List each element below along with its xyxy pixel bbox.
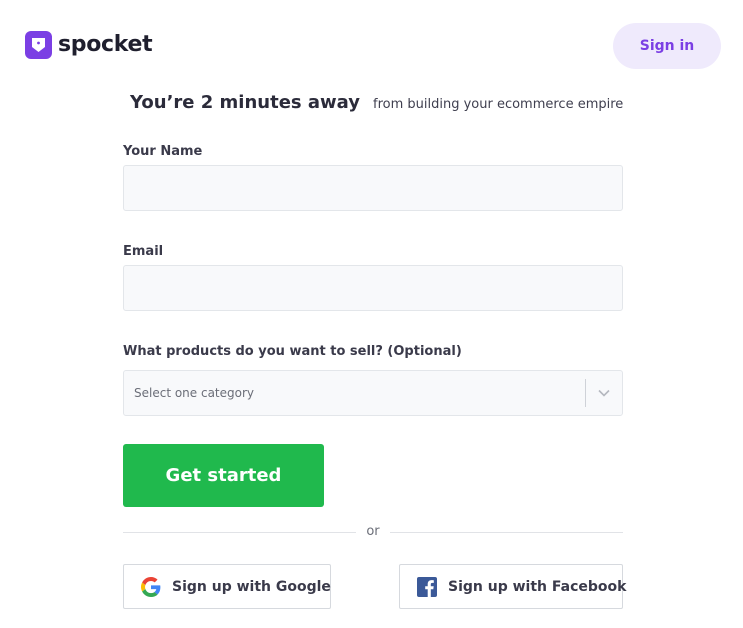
- sign-in-button[interactable]: Sign in: [613, 23, 721, 69]
- get-started-button[interactable]: Get started: [123, 444, 324, 507]
- headline: You’re 2 minutes away from building your…: [130, 92, 623, 113]
- category-select[interactable]: Select one category: [123, 370, 623, 416]
- google-signup-button[interactable]: Sign up with Google: [123, 564, 331, 609]
- divider-right: [390, 532, 623, 533]
- logo-text: spocket: [58, 32, 153, 57]
- facebook-signup-label: Sign up with Facebook: [448, 578, 627, 595]
- divider-left: [123, 532, 356, 533]
- headline-subtitle: from building your ecommerce empire: [373, 97, 624, 112]
- headline-main: You’re 2 minutes away: [130, 92, 360, 113]
- chevron-down-icon[interactable]: [586, 389, 622, 397]
- email-input[interactable]: [123, 265, 623, 311]
- name-label: Your Name: [123, 144, 203, 159]
- signup-page: spocket Sign in You’re 2 minutes away fr…: [0, 0, 743, 628]
- google-signup-label: Sign up with Google: [172, 578, 331, 595]
- products-label: What products do you want to sell? (Opti…: [123, 344, 462, 359]
- name-input[interactable]: [123, 165, 623, 211]
- spocket-logo[interactable]: spocket: [25, 31, 153, 59]
- google-icon: [141, 576, 161, 597]
- facebook-signup-button[interactable]: Sign up with Facebook: [399, 564, 627, 609]
- category-select-value: Select one category: [134, 386, 255, 400]
- email-label: Email: [123, 244, 164, 259]
- spocket-logo-icon: [25, 31, 52, 59]
- divider-or-text: or: [366, 524, 380, 539]
- facebook-icon: [417, 576, 437, 597]
